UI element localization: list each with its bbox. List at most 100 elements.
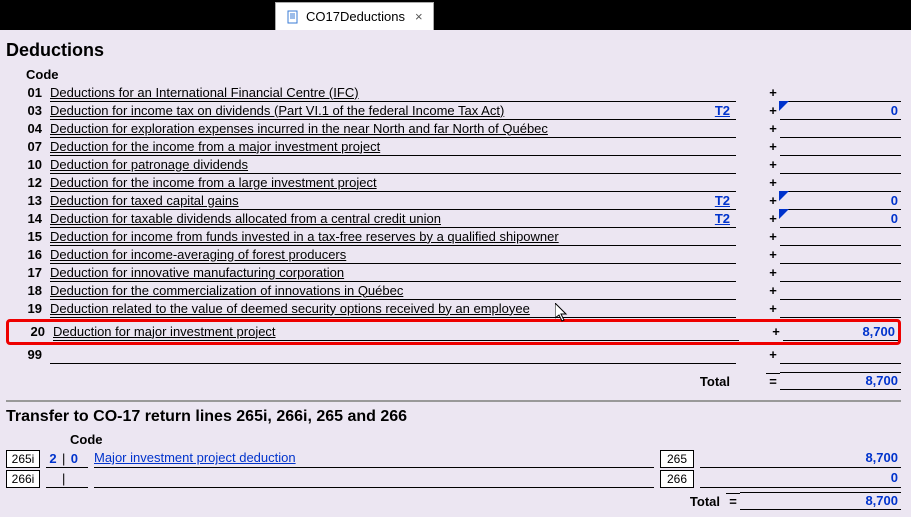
- row-description[interactable]: Deduction for the income from a major in…: [50, 138, 686, 156]
- transfer-heading: Transfer to CO-17 return lines 265i, 266…: [6, 408, 901, 426]
- document-icon: [286, 10, 300, 24]
- transfer-code-header: Code: [70, 432, 901, 447]
- t2-link: [686, 228, 736, 246]
- row-code: 04: [6, 120, 50, 138]
- transfer-description[interactable]: Major investment project deduction: [94, 450, 654, 468]
- plus-sign: +: [766, 210, 780, 228]
- line-label-266i: 266i: [6, 470, 40, 488]
- row-value[interactable]: [780, 300, 901, 318]
- row-description[interactable]: Deduction for exploration expenses incur…: [50, 120, 686, 138]
- plus-sign: +: [766, 84, 780, 102]
- close-icon[interactable]: ×: [415, 9, 423, 24]
- row-code: 19: [6, 300, 50, 318]
- row-description[interactable]: Deduction for major investment project: [53, 323, 739, 341]
- plus-sign: +: [766, 228, 780, 246]
- t2-link: [686, 120, 736, 138]
- t2-link: [686, 174, 736, 192]
- row-description[interactable]: Deduction for income from funds invested…: [50, 228, 686, 246]
- row-description[interactable]: Deduction for income-averaging of forest…: [50, 246, 686, 264]
- row-value[interactable]: 8,700: [783, 323, 898, 341]
- t2-link[interactable]: T2: [686, 192, 736, 210]
- deduction-row: 18Deduction for the commercialization of…: [6, 282, 901, 300]
- transfer-description[interactable]: [94, 470, 654, 488]
- row-value[interactable]: 0: [780, 192, 901, 210]
- plus-sign: +: [766, 174, 780, 192]
- tab-bar: CO17Deductions ×: [0, 0, 911, 30]
- highlighted-row-20: 20 Deduction for major investment projec…: [6, 319, 901, 345]
- deduction-row: 17Deduction for innovative manufacturing…: [6, 264, 901, 282]
- row-value[interactable]: 0: [780, 210, 901, 228]
- deduction-row: 16Deduction for income-averaging of fore…: [6, 246, 901, 264]
- plus-sign: +: [766, 102, 780, 120]
- row-description[interactable]: Deduction for taxable dividends allocate…: [50, 210, 686, 228]
- line-label-266: 266: [660, 470, 694, 488]
- row-description[interactable]: Deduction for innovative manufacturing c…: [50, 264, 686, 282]
- row-description[interactable]: Deductions for an International Financia…: [50, 84, 686, 102]
- row-value[interactable]: [780, 138, 901, 156]
- deduction-row: 10Deduction for patronage dividends +: [6, 156, 901, 174]
- row-code: 12: [6, 174, 50, 192]
- deductions-total-value: 8,700: [780, 372, 901, 390]
- deduction-rows: 01Deductions for an International Financ…: [6, 84, 901, 318]
- row-description[interactable]: Deduction for the income from a large in…: [50, 174, 686, 192]
- plus-sign: +: [766, 282, 780, 300]
- row-description-input[interactable]: [50, 346, 736, 364]
- row-code: 99: [6, 346, 50, 364]
- row-code: 10: [6, 156, 50, 174]
- total-label: Total: [50, 374, 736, 389]
- transfer-total-value: 8,700: [740, 492, 901, 510]
- plus-sign: +: [766, 156, 780, 174]
- transfer-value[interactable]: 0: [700, 470, 901, 488]
- t2-link[interactable]: T2: [686, 210, 736, 228]
- transfer-value[interactable]: 8,700: [700, 450, 901, 468]
- transfer-row: 265i 2|0 Major investment project deduct…: [6, 449, 901, 469]
- row-code: 13: [6, 192, 50, 210]
- plus-sign: +: [766, 300, 780, 318]
- row-value[interactable]: [780, 246, 901, 264]
- transfer-row: 266i | 266 0: [6, 469, 901, 489]
- row-description[interactable]: Deduction for taxed capital gains: [50, 192, 686, 210]
- plus-sign: +: [766, 264, 780, 282]
- document-tab[interactable]: CO17Deductions ×: [275, 2, 434, 30]
- t2-link: [686, 282, 736, 300]
- line-label-265: 265: [660, 450, 694, 468]
- deduction-row: 01Deductions for an International Financ…: [6, 84, 901, 102]
- row-code: 07: [6, 138, 50, 156]
- row-value[interactable]: [780, 282, 901, 300]
- row-value[interactable]: [780, 174, 901, 192]
- tab-label: CO17Deductions: [306, 9, 405, 24]
- t2-link: [686, 264, 736, 282]
- page-title: Deductions: [6, 40, 901, 61]
- t2-link[interactable]: T2: [686, 102, 736, 120]
- deduction-row: 15Deduction for income from funds invest…: [6, 228, 901, 246]
- t2-link: [686, 156, 736, 174]
- transfer-code-input[interactable]: |: [46, 470, 88, 488]
- row-value[interactable]: [780, 156, 901, 174]
- row-description[interactable]: Deduction for income tax on dividends (P…: [50, 102, 686, 120]
- row-description[interactable]: Deduction for the commercialization of i…: [50, 282, 686, 300]
- plus-sign: +: [766, 246, 780, 264]
- t2-link: [686, 246, 736, 264]
- plus-sign: +: [769, 323, 783, 341]
- row-value[interactable]: [780, 120, 901, 138]
- plus-sign: +: [766, 120, 780, 138]
- transfer-code-input[interactable]: 2|0: [46, 450, 88, 468]
- row-value[interactable]: [780, 346, 901, 364]
- row-description[interactable]: Deduction related to the value of deemed…: [50, 300, 686, 318]
- section-divider: [6, 400, 901, 402]
- page-body: Deductions Code 01Deductions for an Inte…: [0, 30, 911, 517]
- t2-link: [686, 138, 736, 156]
- row-description[interactable]: Deduction for patronage dividends: [50, 156, 686, 174]
- row-code: 03: [6, 102, 50, 120]
- row-value[interactable]: [780, 228, 901, 246]
- deduction-row: 12Deduction for the income from a large …: [6, 174, 901, 192]
- row-code: 20: [9, 323, 53, 341]
- row-value[interactable]: [780, 84, 901, 102]
- row-code: 18: [6, 282, 50, 300]
- row-value[interactable]: 0: [780, 102, 901, 120]
- equals-sign: =: [766, 373, 780, 389]
- transfer-block: Code 265i 2|0 Major investment project d…: [6, 432, 901, 511]
- t2-link: [686, 84, 736, 102]
- row-code: 16: [6, 246, 50, 264]
- row-value[interactable]: [780, 264, 901, 282]
